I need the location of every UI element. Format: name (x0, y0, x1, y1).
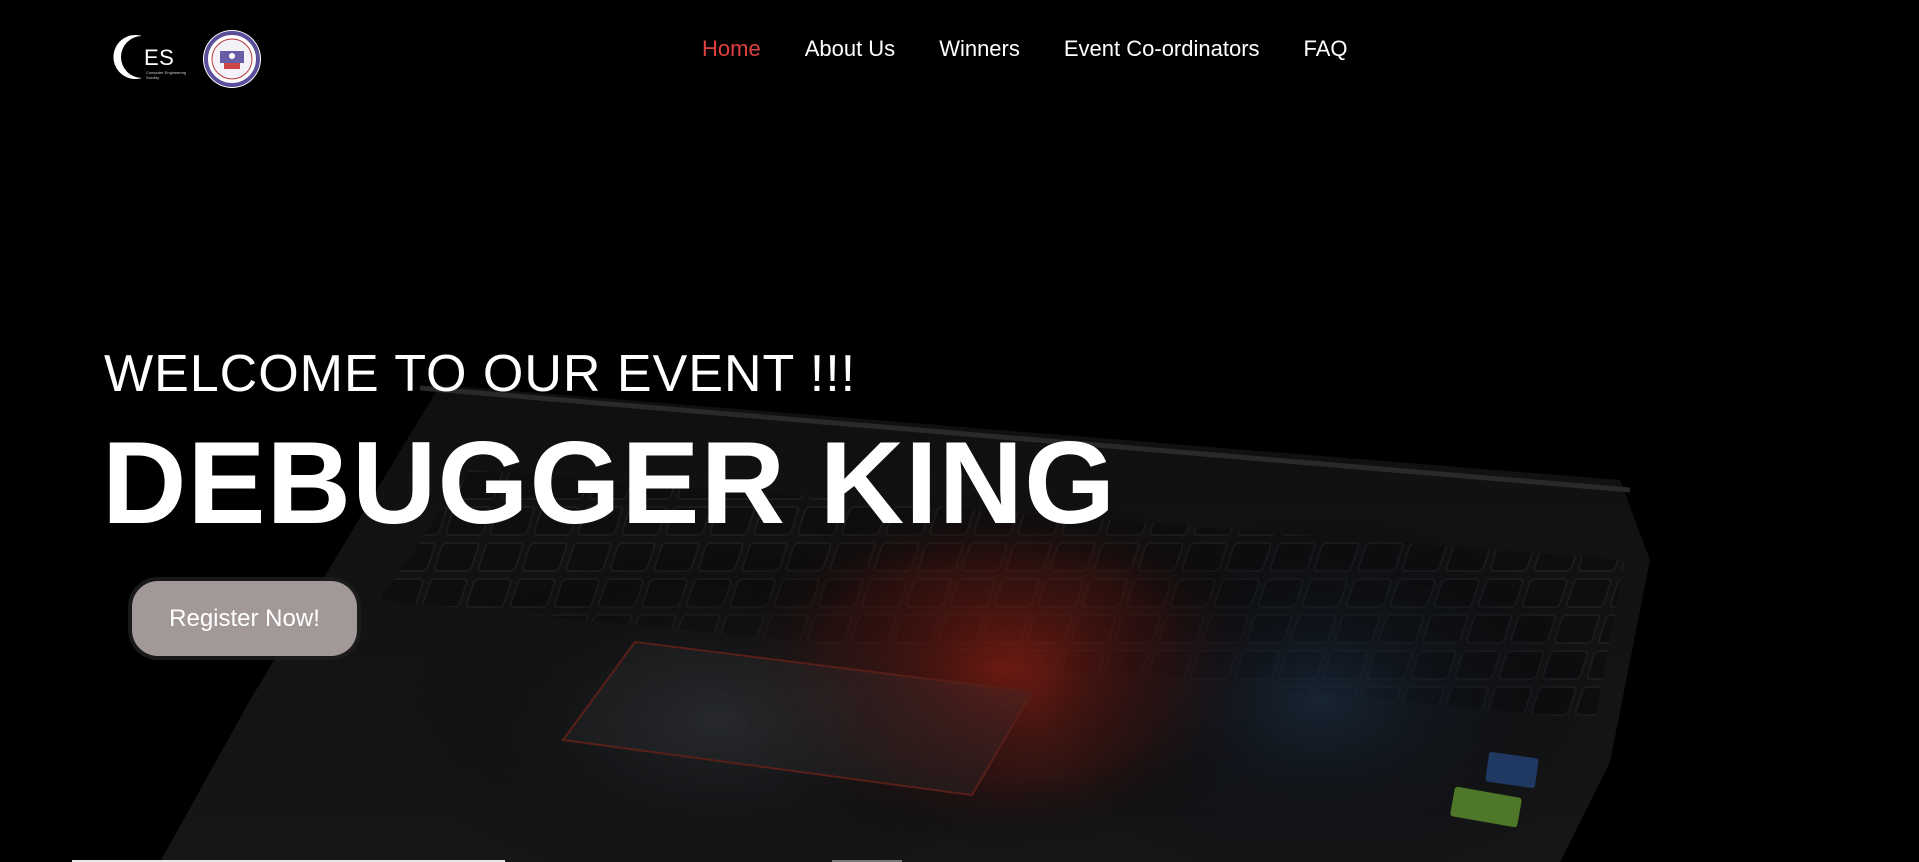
hero-welcome-text: WELCOME TO OUR EVENT !!! (104, 345, 857, 403)
nav-event-coordinators[interactable]: Event Co-ordinators (1064, 36, 1260, 62)
nav-home[interactable]: Home (702, 36, 761, 62)
register-button[interactable]: Register Now! (132, 581, 357, 656)
ces-logo[interactable]: ES Computer Engineering Society (112, 30, 190, 84)
nav-winners[interactable]: Winners (939, 36, 1020, 62)
site-header: ES Computer Engineering Society Home Abo… (0, 0, 1919, 100)
main-nav: Home About Us Winners Event Co-ordinator… (702, 36, 1348, 62)
ces-logo-subtitle: Computer Engineering Society (146, 70, 187, 80)
hero-title: DEBUGGER KING (102, 417, 1117, 548)
college-emblem-icon[interactable] (202, 29, 262, 89)
ces-logo-text: ES (144, 45, 175, 70)
nav-faq[interactable]: FAQ (1304, 36, 1348, 62)
page: ES Computer Engineering Society Home Abo… (0, 0, 1919, 862)
nav-about-us[interactable]: About Us (805, 36, 896, 62)
